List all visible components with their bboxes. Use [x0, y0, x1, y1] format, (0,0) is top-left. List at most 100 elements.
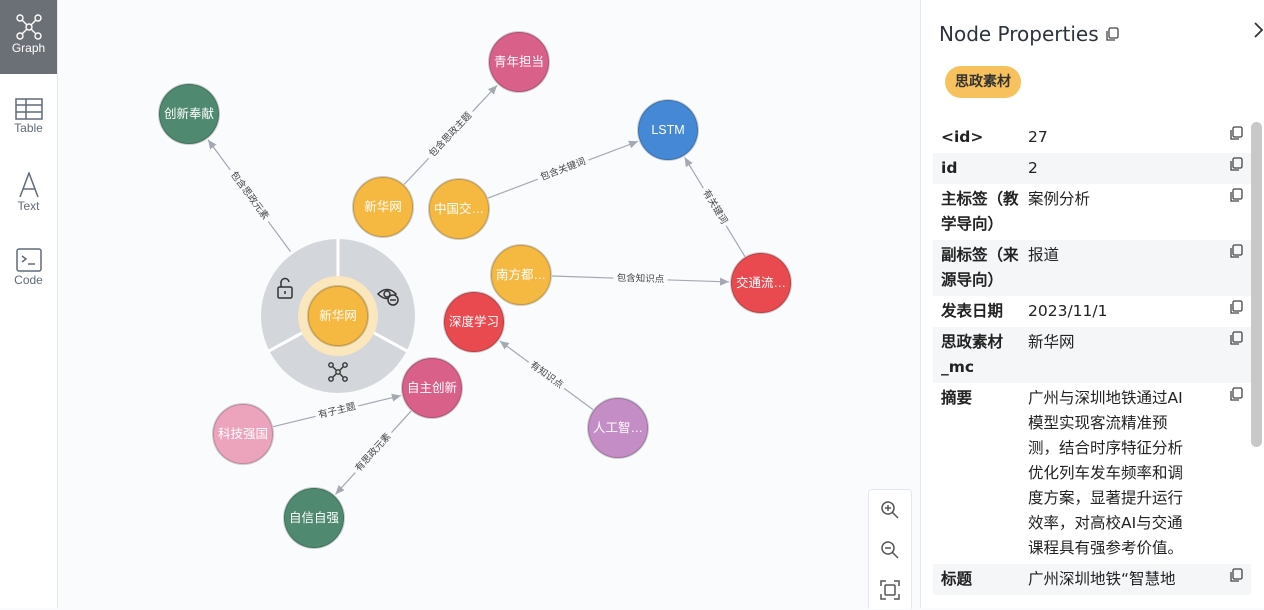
- copy-icon[interactable]: [1229, 387, 1243, 402]
- graph-view[interactable]: 包含思政主题包含关键词有关键词 包含思政元素包含知识点有知识点有子主题有思政元素: [57, 0, 920, 608]
- graph-node[interactable]: 深度学习: [443, 291, 505, 353]
- property-key: <id>: [941, 128, 984, 146]
- sidebar-item-code[interactable]: Code: [0, 234, 57, 308]
- property-value: 2023/11/1: [1028, 302, 1108, 320]
- graph-node[interactable]: 自信自强: [283, 487, 345, 549]
- zoom-out-button[interactable]: [869, 530, 911, 570]
- property-row: 主标签（教 学导向） 案例分析: [933, 184, 1251, 240]
- property-value: 广州深圳地铁“智慧地: [1028, 570, 1176, 588]
- property-value: 27: [1028, 128, 1048, 146]
- edge-label: 有思政元素: [353, 430, 394, 474]
- node-label: 科技强国: [218, 427, 268, 441]
- sidebar-item-graph[interactable]: Graph: [0, 0, 57, 74]
- graph-node[interactable]: 中国交…: [428, 178, 490, 240]
- copy-icon[interactable]: [1229, 188, 1243, 203]
- table-icon: [14, 98, 43, 120]
- zoom-in-icon: [881, 501, 899, 519]
- sidebar-item-label: Graph: [11, 41, 46, 55]
- graph-edge[interactable]: 有关键词: [684, 157, 746, 257]
- graph-edge[interactable]: 有思政元素: [335, 410, 412, 495]
- property-key: 摘要: [941, 389, 973, 407]
- zoom-out-icon: [881, 541, 899, 559]
- property-row: 发表日期 2023/11/1: [933, 296, 1251, 327]
- property-value: 报道: [1028, 246, 1060, 264]
- properties-table: <id> 27 id 2 主标签（教 学导向） 案例分析副标签（来 源导向） 报道发表日期 2…: [933, 122, 1253, 608]
- label-badge[interactable]: 思政素材: [945, 66, 1021, 98]
- sidebar-item-label: Code: [14, 273, 43, 287]
- property-key: 思政素材 _mc: [941, 333, 1004, 376]
- property-row: 副标签（来 源导向） 报道: [933, 240, 1251, 296]
- graph-edge[interactable]: 包含关键词: [487, 140, 639, 199]
- node-label: 创新奉献: [164, 106, 214, 121]
- code-icon: [15, 248, 42, 272]
- copy-icon[interactable]: [1229, 331, 1243, 346]
- property-value: 广州与深圳地铁通过AI 模型实现客流精准预 测，结合时序特征分析 优化列车发车频…: [1028, 389, 1184, 557]
- edge-label: 有知识点: [528, 359, 566, 391]
- node-properties-panel: Node Properties 思政素材 <id> 27 id 2 主标签（教 学导向）…: [920, 0, 1264, 608]
- graph-node[interactable]: LSTM: [637, 99, 699, 161]
- property-row: 标题 广州深圳地铁“智慧地: [933, 564, 1251, 595]
- property-value: 2: [1028, 159, 1038, 177]
- graph-edge[interactable]: 包含知识点: [551, 271, 730, 287]
- zoom-controls: [868, 489, 912, 609]
- graph-edge[interactable]: 包含思政主题: [403, 84, 498, 185]
- sidebar-item-label: Table: [14, 121, 43, 135]
- node-label: 人工智…: [593, 420, 643, 435]
- graph-node[interactable]: 自主创新: [401, 357, 463, 419]
- property-row: 思政素材 _mc 新华网: [933, 327, 1251, 383]
- node-label: 自信自强: [289, 511, 340, 525]
- graph-edge[interactable]: 有知识点: [499, 340, 594, 411]
- node-label: 新华网: [319, 308, 357, 323]
- graph-node[interactable]: 科技强国: [212, 403, 274, 465]
- graph-edge[interactable]: 包含思政元素: [207, 139, 291, 252]
- selected-graph-node[interactable]: 新华网: [307, 285, 369, 347]
- node-label: 南方都…: [496, 267, 546, 282]
- sidebar: Graph Table Text Code: [0, 0, 58, 608]
- fit-to-screen-button[interactable]: [869, 570, 911, 610]
- graph-edge[interactable]: 有子主题: [272, 393, 402, 428]
- node-label: LSTM: [651, 123, 684, 137]
- graph-canvas[interactable]: 包含思政主题 包含关键词 有关键词 包含思政元素包含知识点有知识点有子主题 有思政元素: [57, 0, 920, 609]
- copy-icon[interactable]: [1229, 126, 1243, 141]
- graph-node[interactable]: 新华网: [352, 176, 414, 238]
- text-icon: [18, 172, 39, 198]
- graph-node[interactable]: 创新奉献: [158, 83, 220, 145]
- node-label: 深度学习: [449, 314, 499, 329]
- node-label: 中国交…: [434, 201, 484, 216]
- property-value: 案例分析: [1028, 190, 1091, 208]
- property-key: 标题: [941, 570, 973, 588]
- copy-icon[interactable]: [1229, 244, 1243, 259]
- edge-label: 包含思政元素: [228, 169, 272, 222]
- node-label: 新华网: [364, 199, 402, 214]
- edge-label: 包含知识点: [617, 272, 665, 286]
- node-label: 青年担当: [494, 55, 544, 69]
- edge-label: 包含思政主题: [426, 109, 474, 159]
- zoom-in-button[interactable]: [869, 490, 911, 530]
- copy-icon[interactable]: [1229, 568, 1243, 583]
- graph-node[interactable]: 南方都…: [490, 244, 552, 306]
- property-key: id: [941, 159, 958, 177]
- copy-icon[interactable]: [1105, 27, 1119, 42]
- graph-icon: [15, 14, 42, 40]
- chevron-right-icon[interactable]: [1253, 21, 1263, 39]
- property-key: 主标签（教 学导向）: [941, 190, 1019, 233]
- property-value: 新华网: [1028, 333, 1075, 351]
- sidebar-item-label: Text: [17, 199, 40, 213]
- property-row: 摘要 广州与深圳地铁通过AI 模型实现客流精准预 测，结合时序特征分析 优化列车发…: [933, 383, 1251, 564]
- scrollbar[interactable]: [1251, 122, 1262, 447]
- property-row: <id> 27: [933, 122, 1251, 153]
- sidebar-item-text[interactable]: Text: [0, 158, 57, 232]
- node-label: 自主创新: [407, 380, 457, 395]
- fit-screen-icon: [880, 580, 900, 600]
- node-label: 交通流…: [736, 275, 786, 290]
- property-key: 副标签（来 源导向）: [941, 246, 1019, 289]
- graph-node[interactable]: 青年担当: [488, 31, 550, 93]
- copy-icon[interactable]: [1229, 300, 1243, 315]
- panel-title: Node Properties: [939, 22, 1099, 46]
- property-key: 发表日期: [941, 302, 1004, 320]
- property-row: id 2: [933, 153, 1251, 184]
- copy-icon[interactable]: [1229, 157, 1243, 172]
- graph-node[interactable]: 人工智…: [587, 397, 649, 459]
- sidebar-item-table[interactable]: Table: [0, 84, 57, 158]
- graph-node[interactable]: 交通流…: [730, 252, 792, 314]
